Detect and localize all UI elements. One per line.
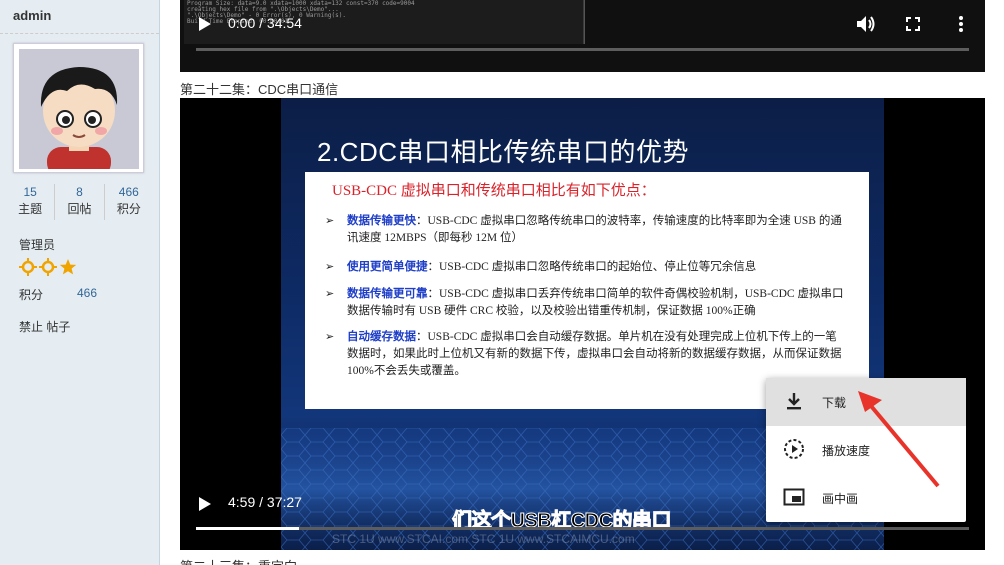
bullet-title: 使用更简单便捷 — [347, 261, 428, 273]
video-player-previous[interactable]: Program Size: data=9.0 xdata=1000 xdata=… — [180, 0, 985, 72]
next-episode-title: 第二十三集：重定向 — [180, 556, 297, 565]
divider — [584, 0, 585, 44]
star-rank-icon — [59, 259, 77, 275]
video-progress-bar[interactable] — [196, 527, 969, 530]
video-progress-played — [196, 527, 299, 530]
user-role[interactable]: 管理员 — [19, 236, 55, 253]
bullet-title: 数据传输更快 — [347, 215, 416, 227]
points-row: 积分 466 — [19, 286, 97, 303]
video-watermark: STC 1U www.STCAI.com STC 1U www.STCAIMCU… — [332, 532, 635, 546]
playback-speed-icon — [784, 439, 804, 459]
bullet-arrow-icon: ➢ — [325, 331, 335, 343]
video-time: 0:00 / 34:54 — [228, 15, 302, 31]
slide-title: 2.CDC串口相比传统串口的优势 — [317, 137, 690, 167]
stat-label: 主题 — [18, 202, 43, 216]
bullet-arrow-icon: ➢ — [325, 261, 335, 273]
menu-item-label: 画中画 — [822, 491, 859, 506]
stat-points[interactable]: 466 积分 — [105, 184, 153, 220]
username-link[interactable]: admin — [13, 8, 51, 23]
menu-item-label: 下载 — [822, 395, 847, 410]
episode-title: 第二十二集：CDC串口通信 — [180, 82, 339, 97]
bullet-text: ：USB-CDC 虚拟串口忽略传统串口的起始位、停止位等冗余信息 — [427, 261, 757, 273]
bullet-text: ：USB-CDC 虚拟串口忽略传统串口的波特率，传输速度的比特率即为全速 USB… — [347, 215, 842, 244]
bullet-text: ：USB-CDC 虚拟串口会自动缓存数据。单片机在没有处理完成上位机下传上的一笔… — [347, 331, 842, 377]
play-icon[interactable] — [198, 16, 212, 32]
rank-stars — [19, 258, 77, 276]
avatar[interactable] — [13, 43, 144, 173]
points-value[interactable]: 466 — [77, 286, 97, 300]
bullet-arrow-icon: ➢ — [325, 288, 335, 300]
video-time: 4:59 / 37:27 — [228, 494, 302, 510]
slide-content-box: USB-CDC 虚拟串口和传统串口相比有如下优点： ➢ 数据传输更快：USB-C… — [305, 172, 869, 409]
sun-rank-icon — [19, 258, 37, 276]
play-icon[interactable] — [198, 496, 212, 512]
picture-in-picture-icon — [783, 488, 805, 506]
moderation-actions[interactable]: 禁止 帖子 — [19, 318, 70, 335]
stat-value: 8 — [76, 185, 83, 199]
video-progress-bar[interactable] — [196, 48, 969, 51]
more-options-icon[interactable] — [958, 15, 964, 33]
divider — [0, 33, 159, 34]
bullet-title: 数据传输更可靠 — [347, 288, 428, 300]
volume-icon[interactable] — [856, 15, 876, 33]
download-icon — [787, 393, 801, 410]
bullet-title: 自动缓存数据 — [347, 331, 416, 343]
slide-bullet: ➢ 数据传输更快：USB-CDC 虚拟串口忽略传统串口的波特率，传输速度的比特率… — [325, 213, 845, 247]
annotation-arrow — [858, 391, 940, 488]
stat-value: 15 — [23, 185, 37, 199]
user-stats: 15 主题 8 回帖 466 积分 — [0, 184, 159, 220]
bullet-arrow-icon: ➢ — [325, 215, 335, 227]
slide-bullet: ➢ 使用更简单便捷：USB-CDC 虚拟串口忽略传统串口的起始位、停止位等冗余信… — [325, 259, 845, 276]
stat-label: 积分 — [116, 202, 141, 216]
stat-threads[interactable]: 15 主题 — [6, 184, 56, 220]
sun-rank-icon — [39, 258, 57, 276]
user-sidebar: admin 15 主题 8 回帖 466 积分 管理员 积分 466 禁止 帖子 — [0, 0, 160, 565]
stat-label: 回帖 — [67, 202, 92, 216]
stat-value: 466 — [118, 185, 139, 199]
slide-bullet: ➢ 数据传输更可靠：USB-CDC 虚拟串口丢弃传统串口简单的软件奇偶校验机制，… — [325, 286, 845, 320]
fullscreen-icon[interactable] — [906, 17, 920, 31]
slide-heading: USB-CDC 虚拟串口和传统串口相比有如下优点： — [332, 183, 656, 199]
slide-bullet: ➢ 自动缓存数据：USB-CDC 虚拟串口会自动缓存数据。单片机在没有处理完成上… — [325, 329, 845, 380]
points-label: 积分 — [19, 288, 44, 302]
stat-replies[interactable]: 8 回帖 — [55, 184, 105, 220]
